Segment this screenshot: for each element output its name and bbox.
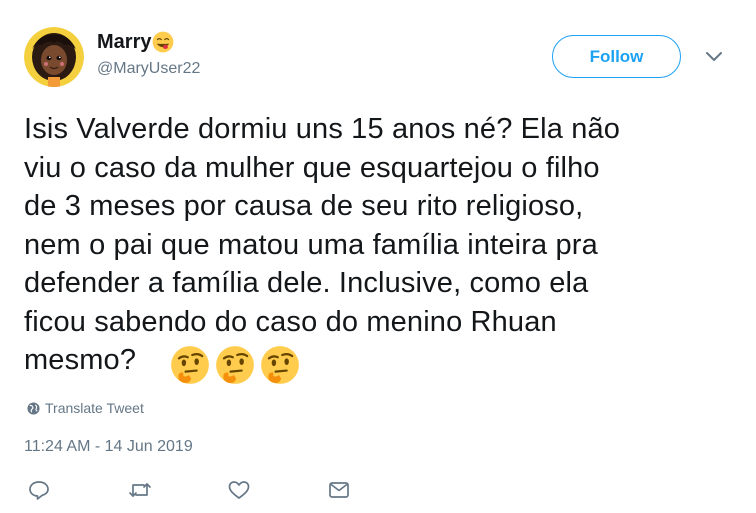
thinking-face-icon (261, 346, 299, 384)
display-name-text: Marry (97, 31, 152, 53)
translate-label: Translate Tweet (45, 400, 144, 416)
more-options-button[interactable] (705, 50, 723, 64)
like-button[interactable] (227, 478, 251, 502)
translate-tweet-link[interactable]: Translate Tweet (27, 400, 144, 416)
thinking-face-icon (171, 346, 209, 384)
user-handle[interactable]: @MaryUser22 (97, 60, 200, 78)
thinking-face-icon (216, 346, 254, 384)
tweet-timestamp[interactable]: 11:24 AM - 14 Jun 2019 (24, 438, 193, 456)
globe-icon (27, 401, 40, 415)
tweet-text: Isis Valverde dormiu uns 15 anos né? Ela… (24, 113, 621, 376)
yum-emoji-icon (153, 31, 174, 53)
author-block: Marry @MaryUser22 (97, 30, 200, 78)
reply-button[interactable] (27, 478, 51, 502)
chevron-down-icon (706, 52, 722, 61)
reply-icon (29, 481, 49, 500)
follow-button[interactable]: Follow (552, 35, 681, 78)
tweet-emojis (170, 345, 300, 385)
tweet-actions (27, 478, 367, 504)
heart-icon (228, 481, 250, 499)
retweet-icon (129, 483, 151, 497)
display-name[interactable]: Marry (97, 30, 200, 54)
direct-message-button[interactable] (327, 478, 351, 502)
envelope-icon (329, 482, 349, 498)
retweet-button[interactable] (128, 478, 152, 502)
tweet-card: Marry @MaryUser22 Follow Isis Valverde d… (0, 0, 756, 513)
avatar[interactable] (24, 27, 84, 87)
avatar-image (24, 27, 84, 87)
